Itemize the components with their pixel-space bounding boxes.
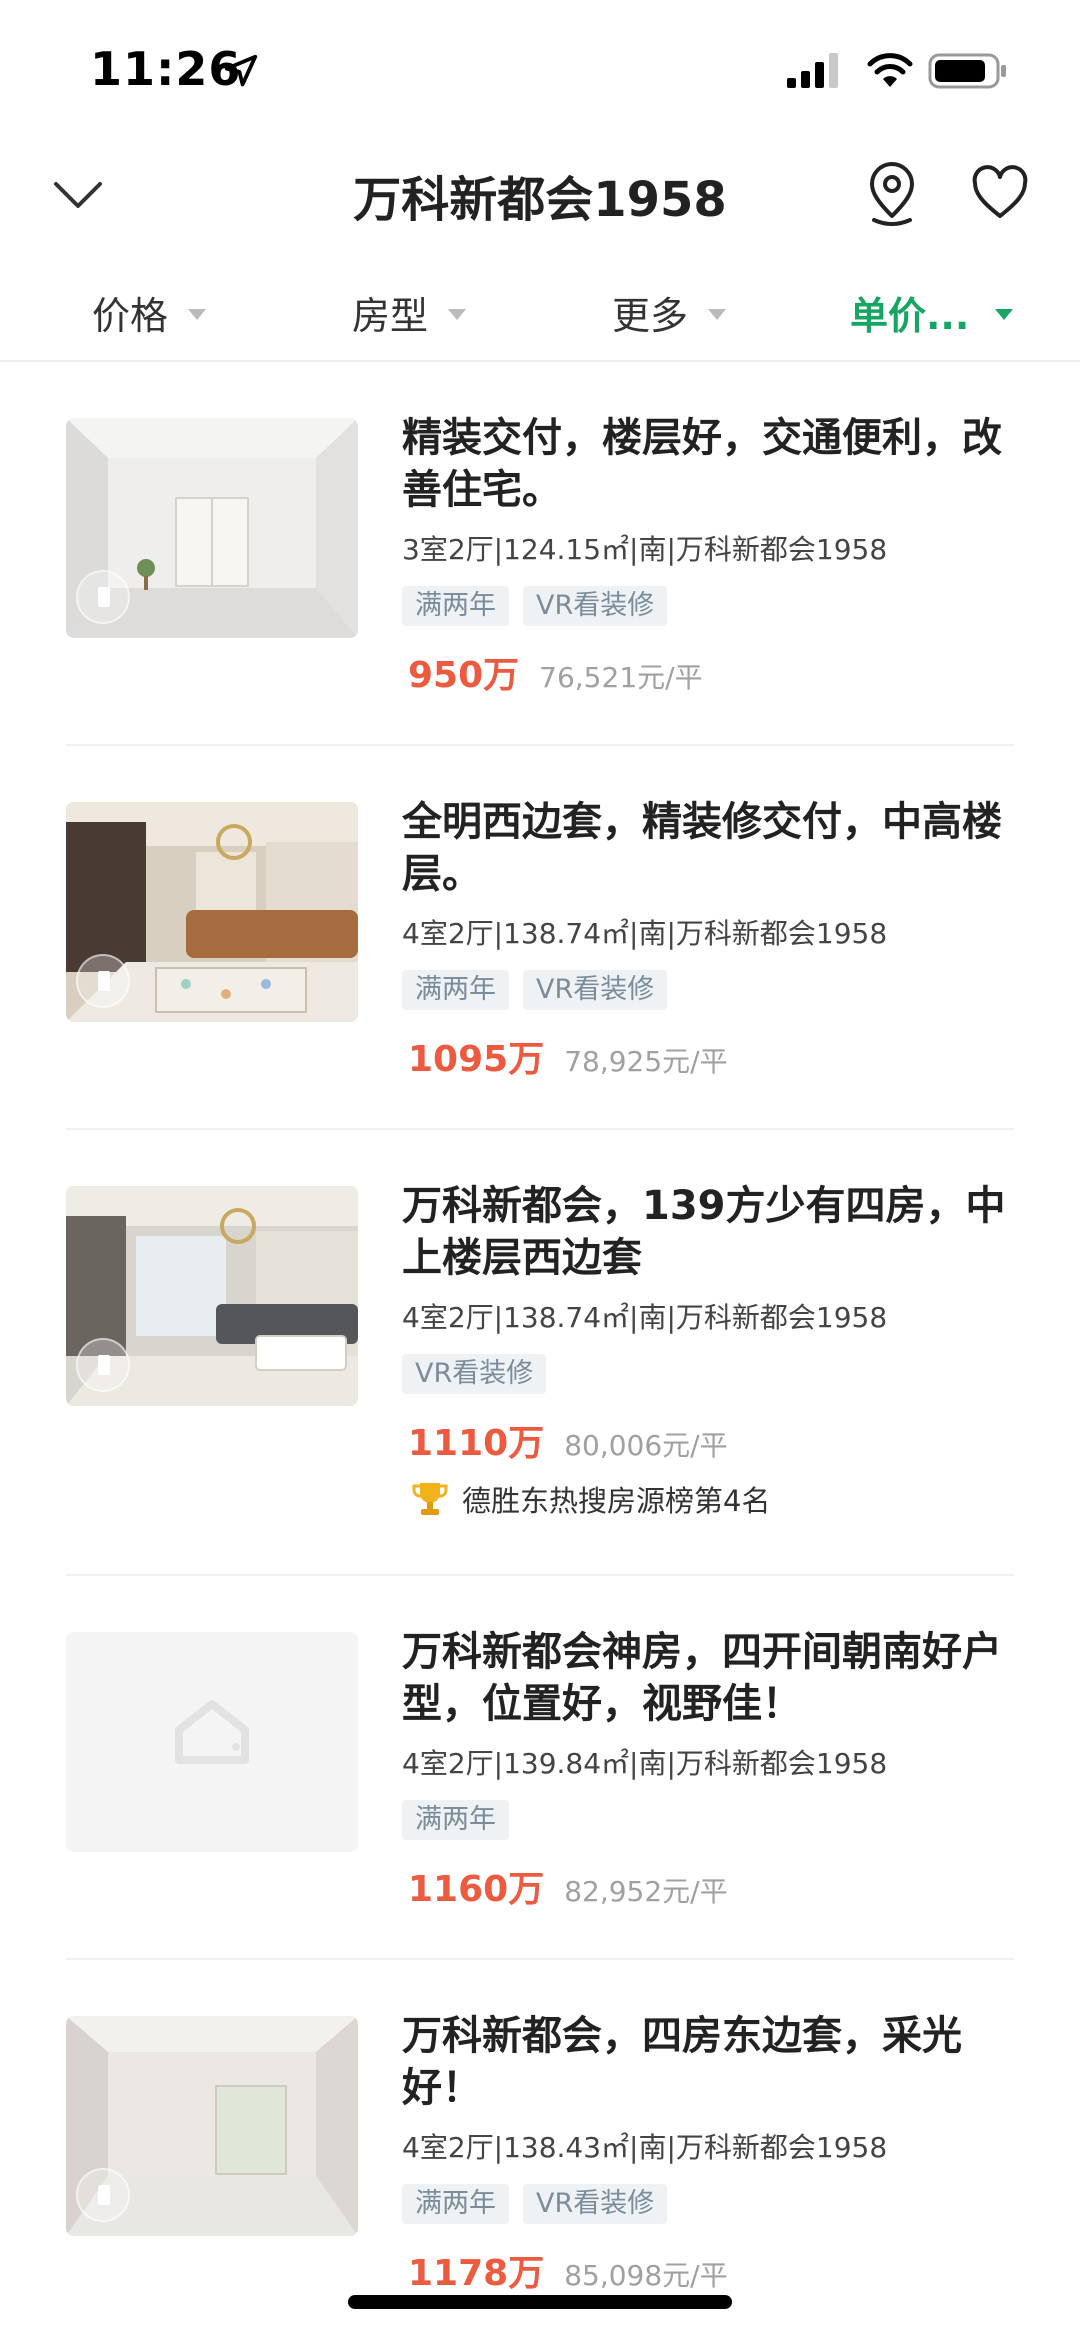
- total-price: 1178万: [408, 2253, 545, 2294]
- listing-title: 万科新都会，139方少有四房，中上楼层西边套: [402, 1183, 1006, 1281]
- tag: VR看装修: [402, 1354, 547, 1394]
- tag: VR看装修: [523, 2184, 668, 2224]
- tag-list: VR看装修: [402, 1354, 547, 1394]
- filter-more[interactable]: 更多: [612, 282, 727, 342]
- listing-photo[interactable]: [66, 802, 358, 1022]
- listing-photo-placeholder[interactable]: [66, 1632, 358, 1852]
- price-row: 1110万 80,006元/平: [408, 1414, 728, 1466]
- tag: VR看装修: [523, 586, 668, 626]
- unit-price: 78,925元/平: [564, 1045, 728, 1078]
- vr-badge-icon: [76, 570, 130, 624]
- unit-price: 80,006元/平: [564, 1429, 728, 1462]
- divider: [66, 1128, 1014, 1130]
- total-price: 1110万: [408, 1423, 545, 1464]
- price-row: 1095万 78,925元/平: [408, 1030, 728, 1082]
- listing-title: 全明西边套，精装修交付，中高楼层。: [402, 799, 1002, 897]
- cellular-signal-icon: [787, 53, 838, 88]
- listing-meta: 4室2厅|138.74㎡|南|万科新都会1958: [402, 917, 888, 950]
- heart-icon[interactable]: [970, 164, 1030, 224]
- listing-meta: 3室2厅|124.15㎡|南|万科新都会1958: [402, 533, 888, 566]
- unit-price: 82,952元/平: [564, 1875, 728, 1908]
- wifi-icon: [867, 53, 913, 87]
- vr-badge-icon: [76, 954, 130, 1008]
- battery-icon: [928, 53, 1006, 89]
- listing-meta: 4室2厅|138.74㎡|南|万科新都会1958: [402, 1301, 888, 1334]
- total-price: 1095万: [408, 1039, 545, 1080]
- listing-photo[interactable]: [66, 418, 358, 638]
- filter-layout[interactable]: 房型: [352, 282, 467, 342]
- status-time: 11:26: [90, 42, 242, 96]
- nav-bar: 万科新都会1958: [0, 140, 1080, 250]
- divider: [66, 744, 1014, 746]
- tag: VR看装修: [523, 970, 668, 1010]
- price-row: 1178万 85,098元/平: [408, 2244, 728, 2296]
- vr-badge-icon: [76, 2168, 130, 2222]
- filter-bar: 价格 房型 更多 单价...: [0, 270, 1080, 362]
- filter-label: 单价...: [850, 293, 970, 338]
- status-bar: 11:26: [0, 0, 1080, 140]
- tag-list: 满两年 VR看装修: [402, 586, 668, 626]
- trophy-icon: [412, 1483, 448, 1515]
- listing-photo[interactable]: [66, 2016, 358, 2236]
- chevron-down-icon[interactable]: [50, 170, 106, 220]
- tag-list: 满两年: [402, 1800, 509, 1840]
- divider: [66, 1574, 1014, 1576]
- listing-meta: 4室2厅|138.43㎡|南|万科新都会1958: [402, 2131, 888, 2164]
- caret-down-icon: [708, 308, 727, 320]
- filter-label: 价格: [92, 293, 169, 338]
- tag: 满两年: [402, 970, 509, 1010]
- map-pin-icon[interactable]: [864, 162, 920, 226]
- listing-meta: 4室2厅|139.84㎡|南|万科新都会1958: [402, 1747, 888, 1780]
- unit-price: 85,098元/平: [564, 2259, 728, 2292]
- tag-list: 满两年 VR看装修: [402, 970, 668, 1010]
- filter-price[interactable]: 价格: [92, 282, 207, 342]
- filter-label: 房型: [352, 293, 429, 338]
- price-row: 1160万 82,952元/平: [408, 1860, 728, 1912]
- location-arrow-icon: [224, 54, 258, 87]
- tag-list: 满两年 VR看装修: [402, 2184, 668, 2224]
- total-price: 950万: [408, 655, 520, 696]
- rank-text: 德胜东热搜房源榜第4名: [462, 1484, 771, 1518]
- house-placeholder-icon: [175, 1700, 249, 1764]
- total-price: 1160万: [408, 1869, 545, 1910]
- tag: 满两年: [402, 1800, 509, 1840]
- listing-photo[interactable]: [66, 1186, 358, 1406]
- filter-unit-price[interactable]: 单价...: [850, 282, 1014, 342]
- listing-title: 精装交付，楼层好，交通便利，改善住宅。: [402, 415, 1002, 513]
- divider: [66, 1958, 1014, 1960]
- price-row: 950万 76,521元/平: [408, 646, 703, 698]
- tag: 满两年: [402, 2184, 509, 2224]
- vr-badge-icon: [76, 1338, 130, 1392]
- home-indicator[interactable]: [348, 2295, 732, 2309]
- tag: 满两年: [402, 586, 509, 626]
- unit-price: 76,521元/平: [539, 661, 703, 694]
- page-title: 万科新都会1958: [353, 172, 727, 228]
- caret-down-icon: [188, 308, 207, 320]
- listing-title: 万科新都会神房，四开间朝南好户型，位置好，视野佳！: [402, 1629, 1002, 1727]
- hot-rank-badge[interactable]: 德胜东热搜房源榜第4名: [410, 1478, 770, 1520]
- caret-down-icon: [995, 308, 1014, 320]
- listing-title: 万科新都会，四房东边套，采光好！: [402, 2013, 962, 2111]
- caret-down-icon: [448, 308, 467, 320]
- filter-label: 更多: [612, 293, 689, 338]
